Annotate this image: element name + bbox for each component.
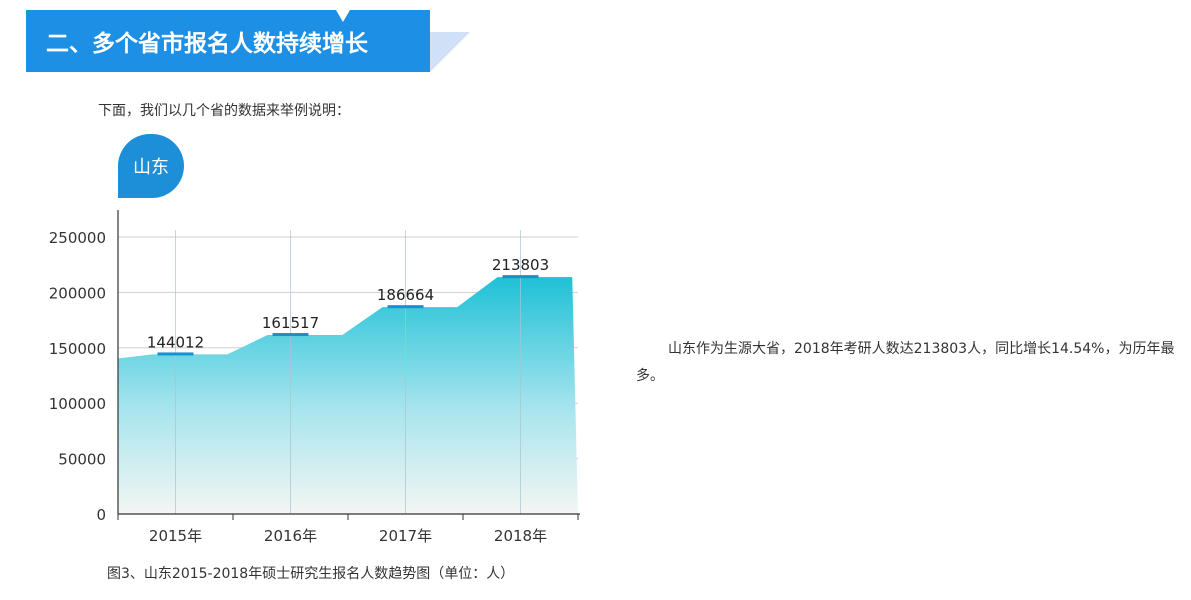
chart-caption: 图3、山东2015-2018年硕士研究生报名人数趋势图（单位：人） [107, 566, 515, 582]
y-tick-label: 100000 [49, 395, 106, 413]
province-tag-label: 山东 [133, 157, 169, 178]
description-text: 山东作为生源大省，2018年考研人数达213803人，同比增长14.54%，为历… [636, 341, 1175, 384]
y-tick-label: 50000 [58, 451, 106, 469]
banner-tail-decoration [430, 32, 470, 72]
y-tick-label: 150000 [49, 340, 106, 358]
data-label: 213803 [492, 256, 549, 274]
section-title: 二、多个省市报名人数持续增长 [46, 31, 368, 57]
banner-notch-decoration [336, 10, 350, 22]
section-title-banner: 二、多个省市报名人数持续增长 [26, 10, 430, 72]
x-tick-label: 2016年 [264, 527, 317, 545]
x-tick-label: 2017年 [379, 527, 432, 545]
y-tick-label: 0 [96, 506, 106, 524]
area-series [118, 277, 578, 514]
data-label: 186664 [377, 286, 434, 304]
description-block: 山东作为生源大省，2018年考研人数达213803人，同比增长14.54%，为历… [636, 336, 1176, 390]
data-point-marker [272, 333, 309, 337]
x-tick-label: 2018年 [494, 527, 547, 545]
area-chart: 0 50000 100000 150000 200000 250000 2015年 2016… [49, 210, 580, 545]
x-tick-label: 2015年 [149, 527, 202, 545]
data-point-marker [157, 352, 194, 356]
data-point-marker [502, 275, 539, 279]
province-tag: 山东 [118, 134, 184, 198]
data-label: 144012 [147, 333, 204, 351]
data-label: 161517 [262, 314, 319, 332]
y-tick-label: 250000 [49, 229, 106, 247]
intro-text: 下面，我们以几个省的数据来举例说明： [98, 103, 350, 119]
data-point-marker [387, 305, 424, 309]
y-tick-label: 200000 [49, 284, 106, 302]
